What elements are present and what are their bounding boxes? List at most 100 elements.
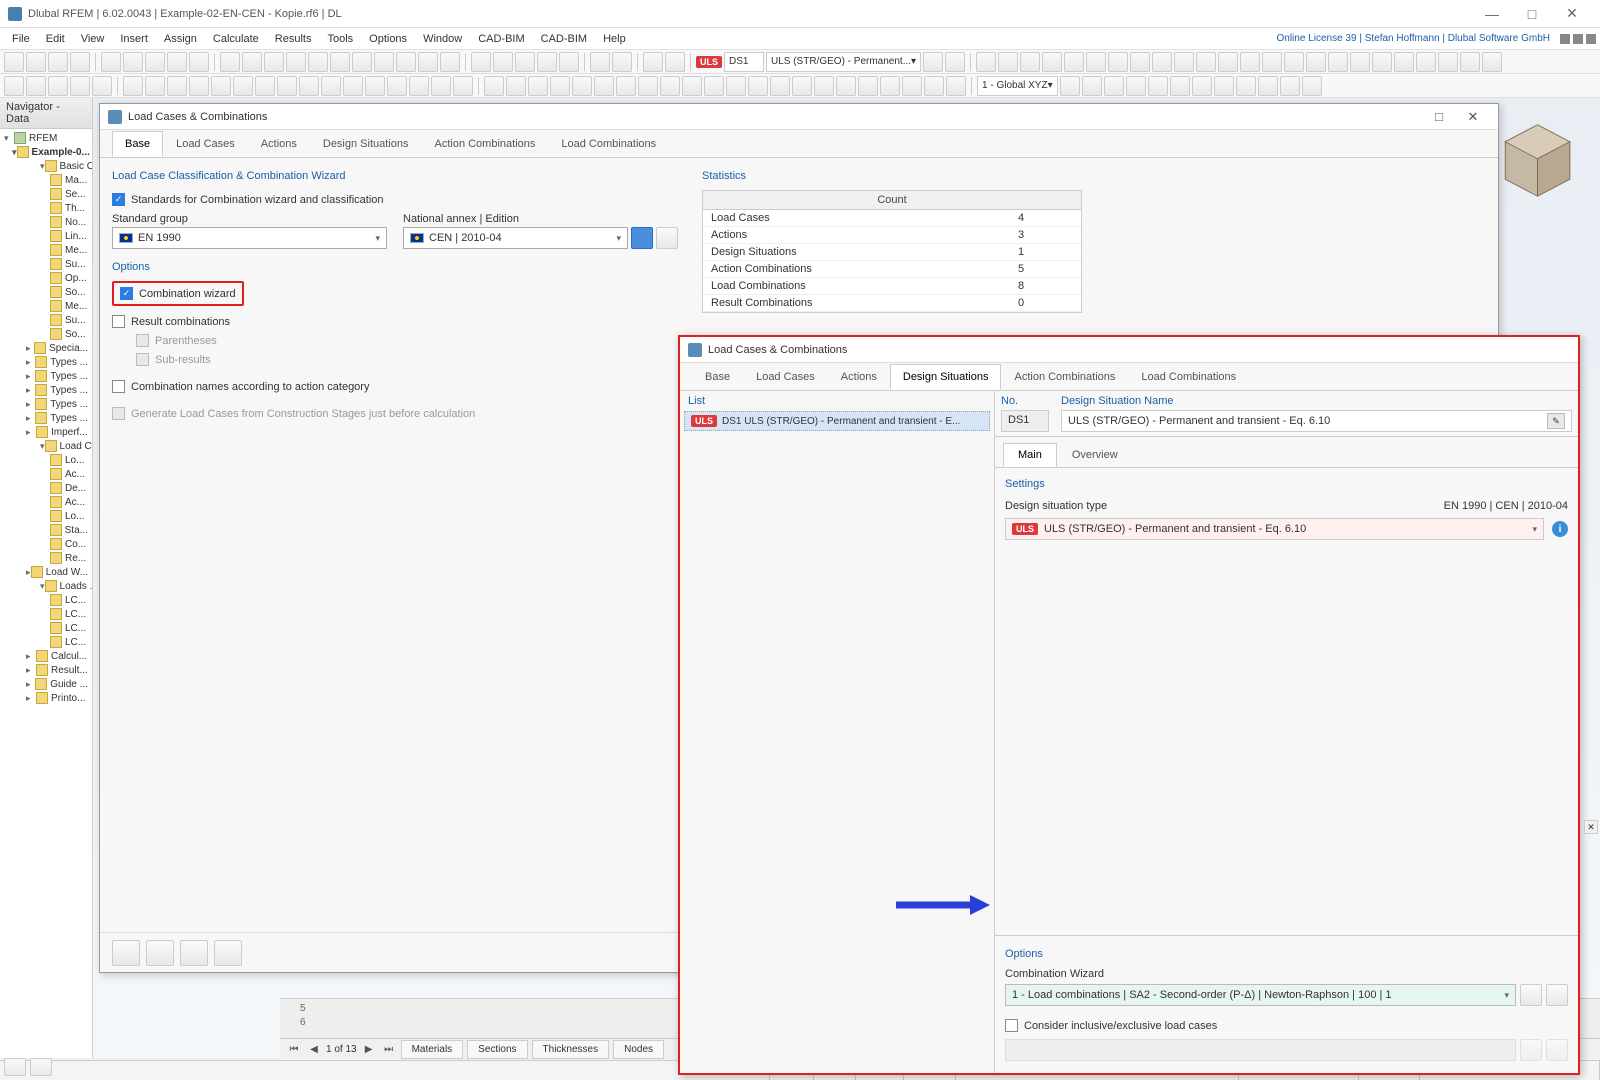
nav-node[interactable]: Ma...: [0, 173, 92, 187]
ds-type-combo[interactable]: ULS ULS (STR/GEO) - Permanent and transi…: [1005, 518, 1544, 540]
tool-icon[interactable]: [665, 52, 685, 72]
tool-icon[interactable]: [101, 52, 121, 72]
tool-icon[interactable]: [537, 52, 557, 72]
tool-icon[interactable]: [189, 76, 209, 96]
nav-node[interactable]: ▸Printo...: [0, 691, 92, 705]
d2-tab-loadcombos[interactable]: Load Combinations: [1128, 364, 1249, 390]
tool-icon[interactable]: [902, 76, 922, 96]
name-input[interactable]: ULS (STR/GEO) - Permanent and transient …: [1061, 410, 1572, 432]
chk-consider-loadcases[interactable]: [1005, 1019, 1018, 1032]
nav-node[interactable]: ▾Basic O...: [0, 159, 92, 173]
tool-icon[interactable]: [880, 76, 900, 96]
tool-icon[interactable]: [1192, 76, 1212, 96]
tool-icon[interactable]: [396, 52, 416, 72]
menu-calculate[interactable]: Calculate: [205, 31, 267, 47]
tool-icon[interactable]: [70, 52, 90, 72]
nav-node[interactable]: ▸Imperf...: [0, 425, 92, 439]
tool-icon[interactable]: [792, 76, 812, 96]
filter-icon[interactable]: [631, 227, 653, 249]
tool-icon[interactable]: [572, 76, 592, 96]
cw-new-icon[interactable]: [1520, 984, 1542, 1006]
tool-icon[interactable]: [682, 76, 702, 96]
nav-node[interactable]: Th...: [0, 201, 92, 215]
tool-icon[interactable]: [220, 52, 240, 72]
nav-node[interactable]: So...: [0, 285, 92, 299]
tool-icon[interactable]: [1394, 52, 1414, 72]
tab-thicknesses[interactable]: Thicknesses: [532, 1040, 610, 1059]
tool-icon[interactable]: [4, 76, 24, 96]
nav-node[interactable]: Su...: [0, 257, 92, 271]
tool-icon[interactable]: [365, 76, 385, 96]
tool-icon[interactable]: [418, 52, 438, 72]
tool-icon[interactable]: [1130, 52, 1150, 72]
tool-icon[interactable]: [660, 76, 680, 96]
tool-icon[interactable]: [1196, 52, 1216, 72]
tool-icon[interactable]: [123, 76, 143, 96]
nav-node[interactable]: LC...: [0, 593, 92, 607]
nav-node[interactable]: LC...: [0, 635, 92, 649]
tool-icon[interactable]: [1148, 76, 1168, 96]
tool-icon[interactable]: [946, 76, 966, 96]
menu-assign[interactable]: Assign: [156, 31, 205, 47]
view-cube[interactable]: [1495, 118, 1580, 203]
tool-icon[interactable]: [343, 76, 363, 96]
cw-edit-icon[interactable]: [1546, 984, 1568, 1006]
tool-icon[interactable]: [167, 76, 187, 96]
tool-icon[interactable]: [167, 52, 187, 72]
combination-wizard-combo[interactable]: 1 - Load combinations | SA2 - Second-ord…: [1005, 984, 1516, 1006]
nav-node[interactable]: ▸Types ...: [0, 397, 92, 411]
info-icon[interactable]: i: [1552, 521, 1568, 537]
combo-dropdown[interactable]: ULS (STR/GEO) - Permanent...▾: [766, 52, 921, 72]
menu-window[interactable]: Window: [415, 31, 470, 47]
nav-node[interactable]: ▸Load W...: [0, 565, 92, 579]
menu-results[interactable]: Results: [267, 31, 320, 47]
nav-node[interactable]: Op...: [0, 271, 92, 285]
tool-icon[interactable]: [1302, 76, 1322, 96]
tool-icon[interactable]: [638, 76, 658, 96]
tool-icon[interactable]: [242, 52, 262, 72]
tool-icon[interactable]: [748, 76, 768, 96]
tool-icon[interactable]: [704, 76, 724, 96]
nav-node[interactable]: Re...: [0, 551, 92, 565]
prev-button[interactable]: ◀: [306, 1042, 322, 1058]
tool-icon[interactable]: [48, 52, 68, 72]
tool-icon[interactable]: [308, 52, 328, 72]
nav-node[interactable]: Me...: [0, 299, 92, 313]
last-button[interactable]: ⏭: [381, 1042, 397, 1058]
tool-icon[interactable]: [374, 52, 394, 72]
tool-icon[interactable]: [330, 52, 350, 72]
tool-icon[interactable]: [189, 52, 209, 72]
tool-icon[interactable]: [409, 76, 429, 96]
menu-edit[interactable]: Edit: [38, 31, 73, 47]
tool-icon[interactable]: [440, 52, 460, 72]
nav-node[interactable]: ▸Specia...: [0, 341, 92, 355]
foot-fx-icon[interactable]: [214, 940, 242, 966]
tool-icon[interactable]: [1218, 52, 1238, 72]
nav-node[interactable]: ▸Types ...: [0, 411, 92, 425]
tool-icon[interactable]: [836, 76, 856, 96]
tool-icon[interactable]: [1306, 52, 1326, 72]
nav-node[interactable]: Me...: [0, 243, 92, 257]
tool-icon[interactable]: [1214, 76, 1234, 96]
tool-icon[interactable]: [1482, 52, 1502, 72]
tool-icon[interactable]: [431, 76, 451, 96]
tool-icon[interactable]: [286, 52, 306, 72]
tool-icon[interactable]: [1280, 76, 1300, 96]
nav-node[interactable]: ▸Calcul...: [0, 649, 92, 663]
tool-icon[interactable]: [528, 76, 548, 96]
tool-icon[interactable]: [924, 76, 944, 96]
tool-icon[interactable]: [1108, 52, 1128, 72]
menu-help[interactable]: Help: [595, 31, 634, 47]
d2-tab-loadcases[interactable]: Load Cases: [743, 364, 828, 390]
tool-icon[interactable]: [255, 76, 275, 96]
tab-nodes[interactable]: Nodes: [613, 1040, 664, 1059]
settings-icon[interactable]: [656, 227, 678, 249]
list-item-ds1[interactable]: ULS DS1 ULS (STR/GEO) - Permanent and tr…: [684, 411, 990, 431]
tool-icon[interactable]: [26, 76, 46, 96]
nav-node[interactable]: No...: [0, 215, 92, 229]
nav-node[interactable]: ▸Types ...: [0, 355, 92, 369]
subtab-overview[interactable]: Overview: [1057, 443, 1133, 467]
tool-icon[interactable]: [1416, 52, 1436, 72]
tool-icon[interactable]: [1240, 52, 1260, 72]
tool-icon[interactable]: [1284, 52, 1304, 72]
